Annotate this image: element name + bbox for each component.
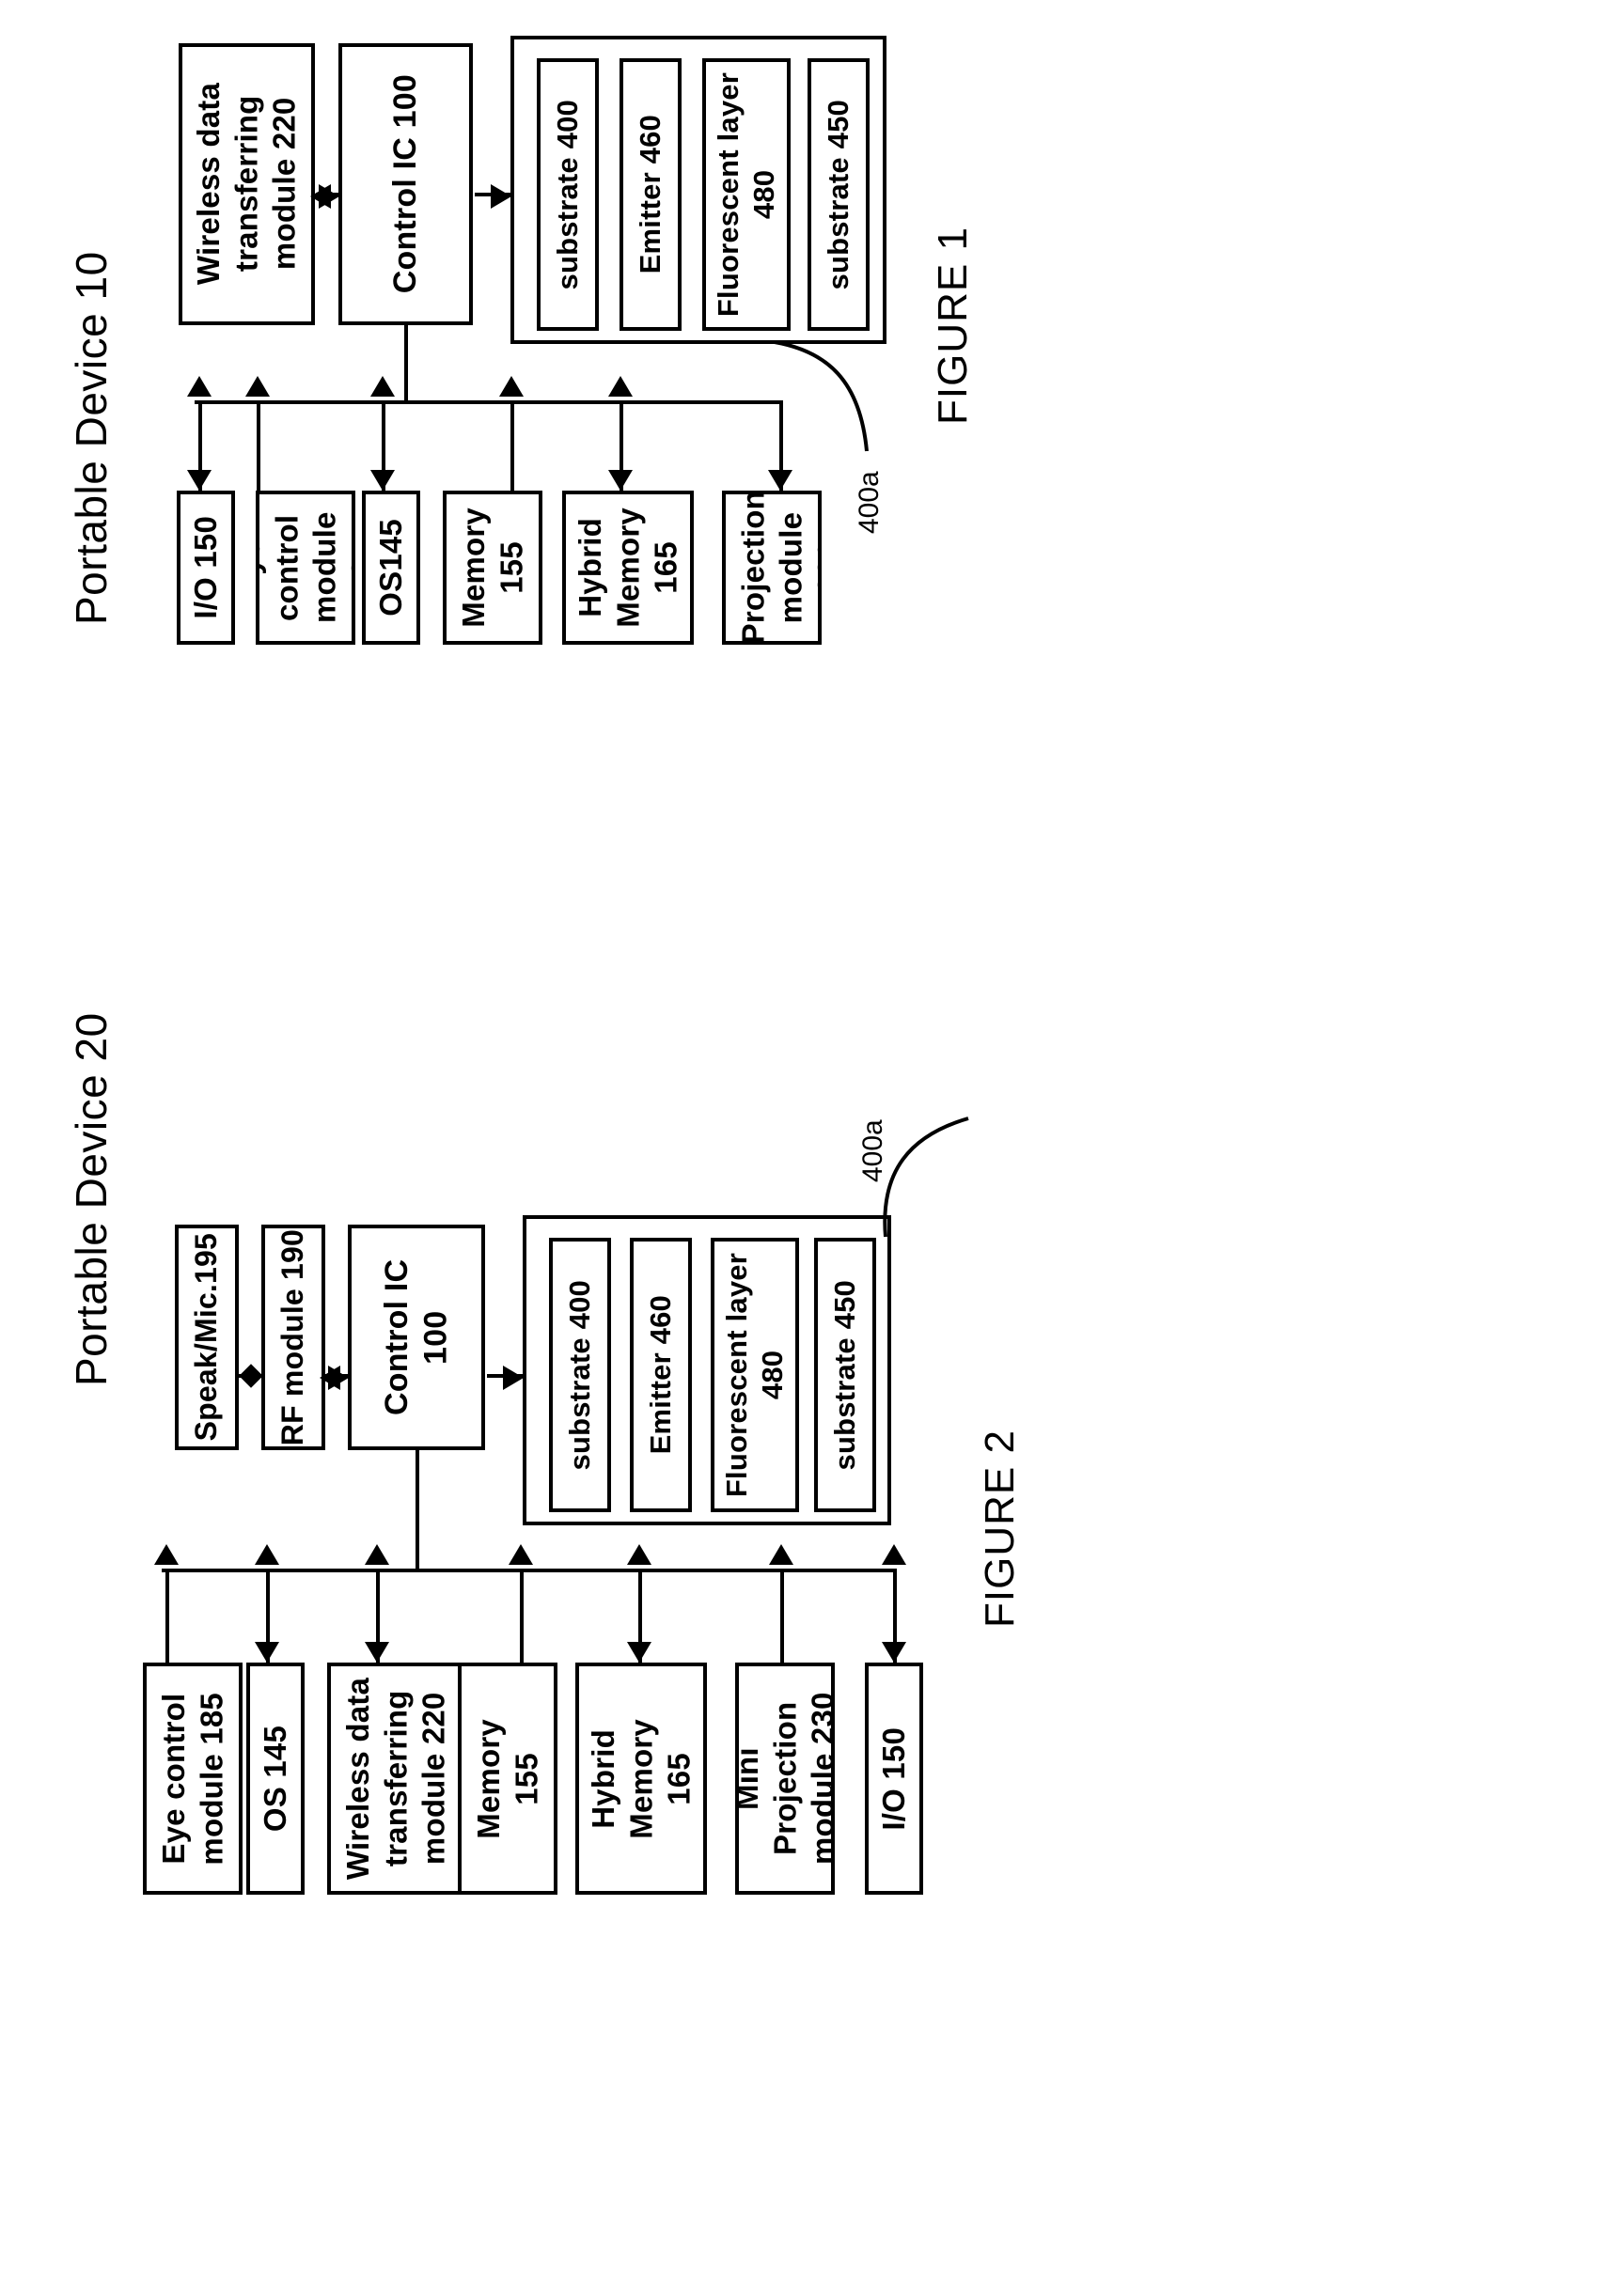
figure-1-os-145-label: OS145 <box>372 519 408 617</box>
figure-2-rf-module-190-label: RF module 190 <box>275 1228 310 1446</box>
figure-1-io-150-box: I/O 150 <box>177 491 235 645</box>
figure-2-substrate-450-box: substrate 450 <box>814 1238 876 1512</box>
figure-2-eye-control-module-185-box: Eye control module 185 <box>143 1663 243 1895</box>
figure-2-memory-155-label: Memory 155 <box>470 1718 543 1839</box>
figure-1-display-stack-400a-group: substrate 400 Emitter 460 Fluorescent la… <box>510 36 886 344</box>
figure-1-mini-projection-module-230-label: Mini Projection module 230 <box>722 491 822 645</box>
figure-2-hybrid-memory-165-label: Hybrid Memory 165 <box>585 1718 697 1839</box>
figure-1-eye-control-module-185-box: Eye control module 185 <box>256 491 355 645</box>
figure-2-os-145-box: OS 145 <box>246 1663 305 1895</box>
figure-2-emitter-460-box: Emitter 460 <box>630 1238 692 1512</box>
figure-1-substrate-400-box: substrate 400 <box>537 58 599 331</box>
figure-2-wireless-data-transferring-module-220-box: Wireless data transferring module 220 <box>327 1663 464 1895</box>
figure-1-wireless-module-label: Wireless data transferring module 220 <box>191 83 302 286</box>
figure-1-os-145-box: OS145 <box>362 491 420 645</box>
figure-2-speak-mic-195-label: Speak/Mic.195 <box>189 1233 224 1442</box>
figure-1-eye-control-module-185-label: Eye control module 185 <box>256 511 355 624</box>
figure-1-mini-projection-module-230-box: Mini Projection module 230 <box>722 491 822 645</box>
figure-2-callout-400a-leader <box>872 1109 985 1241</box>
figure-1-fluorescent-layer-480-box: Fluorescent layer 480 <box>702 58 791 331</box>
figure-2-substrate-400-label: substrate 400 <box>563 1279 597 1471</box>
figure-1-io-150-label: I/O 150 <box>187 516 223 619</box>
figure-1-substrate-400-label: substrate 400 <box>551 99 585 290</box>
figure-2-fluorescent-layer-480-box: Fluorescent layer 480 <box>711 1238 799 1512</box>
figure-2-control-ic-100-box: Control IC 100 <box>348 1225 485 1450</box>
figure-1-hybrid-memory-165-box: Hybrid Memory 165 <box>562 491 694 645</box>
figure-1-emitter-460-label: Emitter 460 <box>634 115 667 274</box>
figure-2-display-stack-400a-group: substrate 400 Emitter 460 Fluorescent la… <box>523 1215 891 1525</box>
figure-2-control-ic-100-label: Control IC 100 <box>378 1258 453 1416</box>
figure-2-io-150-label: I/O 150 <box>875 1726 911 1831</box>
figure-2-rf-module-190-box: RF module 190 <box>261 1225 325 1450</box>
figure-2-substrate-400-box: substrate 400 <box>549 1238 611 1512</box>
figure-2-mini-projection-module-230-box: Mini Projection module 230 <box>735 1663 835 1895</box>
figure-2-hybrid-memory-165-box: Hybrid Memory 165 <box>575 1663 707 1895</box>
figure-2-memory-155-box: Memory 155 <box>458 1663 557 1895</box>
patent-drawing-sheet: Portable Device 10 Wireless data transfe… <box>0 0 1600 2296</box>
figure-1-substrate-450-label: substrate 450 <box>822 99 855 290</box>
figure-2-speak-mic-195-box: Speak/Mic.195 <box>175 1225 239 1450</box>
figure-2-eye-control-module-185-label: Eye control module 185 <box>155 1692 228 1866</box>
figure-2-os-145-label: OS 145 <box>257 1725 292 1833</box>
figure-1-control-ic-100-box: Control IC 100 <box>338 43 473 325</box>
figure-2-io-150-box: I/O 150 <box>865 1663 923 1895</box>
figure-1-memory-155-box: Memory 155 <box>443 491 542 645</box>
figure-2-substrate-450-label: substrate 450 <box>828 1279 862 1471</box>
figure-1-title: Portable Device 10 <box>67 251 116 625</box>
figure-2-wireless-data-transferring-module-220-label: Wireless data transferring module 220 <box>339 1677 451 1881</box>
figure-2-mini-projection-module-230-label: Mini Projection module 230 <box>735 1692 835 1866</box>
figure-1-emitter-460-box: Emitter 460 <box>620 58 682 331</box>
figure-2-emitter-460-label: Emitter 460 <box>644 1295 678 1455</box>
figure-1-caption: FIGURE 1 <box>930 226 976 425</box>
figure-2-fluorescent-layer-480-label: Fluorescent layer 480 <box>720 1252 789 1498</box>
figure-1-substrate-450-box: substrate 450 <box>808 58 870 331</box>
figure-1-wireless-data-transferring-module-220-box: Wireless data transferring module 220 <box>179 43 315 325</box>
figure-1-callout-400a-label: 400a <box>854 471 885 534</box>
figure-1-memory-155-label: Memory 155 <box>455 508 528 628</box>
figure-1-fluorescent-layer-480-label: Fluorescent layer 480 <box>712 71 780 318</box>
figure-2-title: Portable Device 20 <box>67 1012 116 1386</box>
figure-1-control-ic-label: Control IC 100 <box>386 74 423 294</box>
figure-1-hybrid-memory-165-label: Hybrid Memory 165 <box>572 508 683 628</box>
figure-2-caption: FIGURE 2 <box>977 1429 1023 1628</box>
figure-2-callout-400a-label: 400a <box>857 1119 888 1182</box>
